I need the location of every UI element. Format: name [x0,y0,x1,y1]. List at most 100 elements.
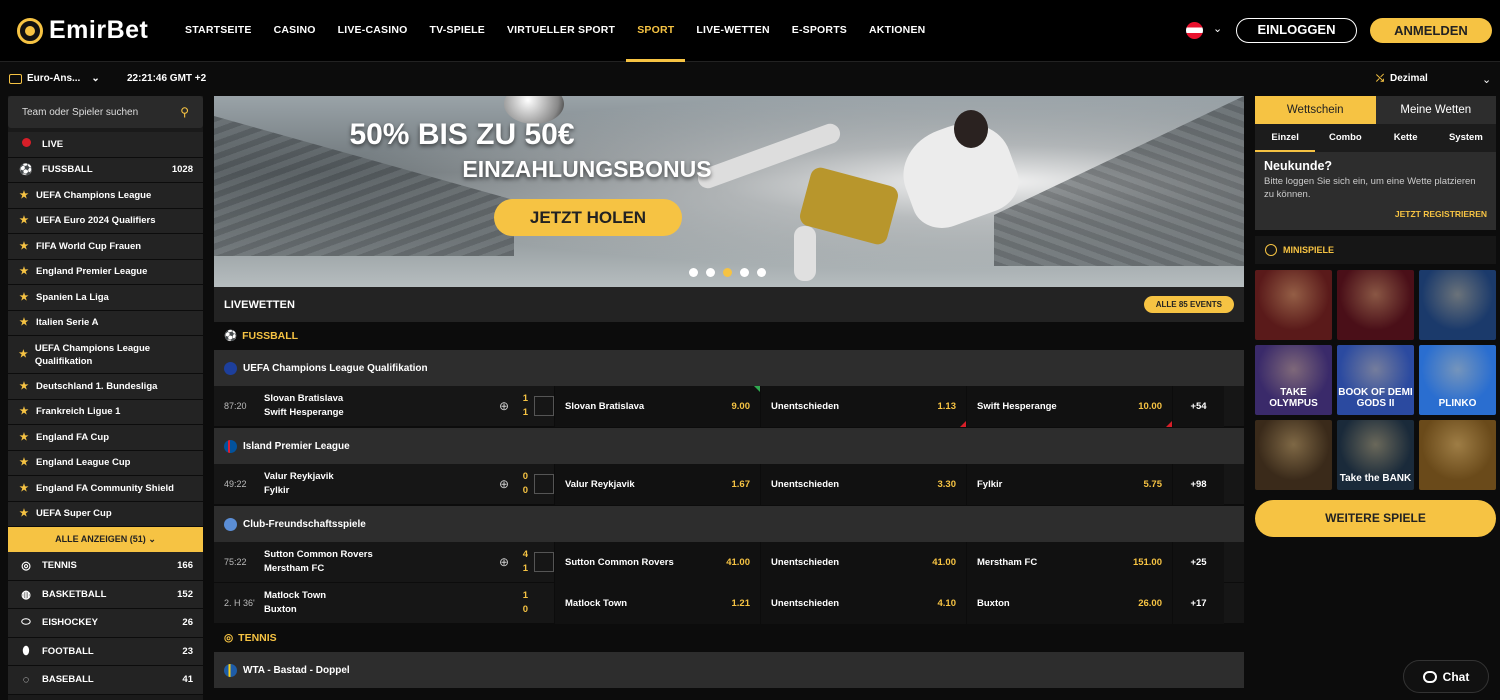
odds-button[interactable]: Matlock Town 1.21 [554,582,760,624]
more-markets-button[interactable]: +54 [1172,385,1224,427]
nav-item-live-casino[interactable]: LIVE-CASINO [327,0,419,62]
odds-button[interactable]: Merstham FC 151.00 [966,541,1172,583]
game-tile[interactable] [1255,420,1332,490]
banner-cta-button[interactable]: JETZT HOLEN [494,199,682,236]
chat-button[interactable]: Chat [1403,660,1489,693]
sidebar-item-league[interactable]: ★ England FA Cup [8,425,203,451]
sidebar-item-league[interactable]: ★ UEFA Super Cup [8,501,203,527]
league-header[interactable]: WTA - Bastad - Doppel [214,651,1244,688]
sidebar-item-league[interactable]: ★ England League Cup [8,450,203,476]
sidebar-item-baseball[interactable]: ◌ BASEBALL 41 [8,666,203,695]
more-games-button[interactable]: WEITERE SPIELE [1255,500,1496,537]
league-header[interactable]: UEFA Champions League Qualifikation [214,349,1244,386]
subtab-kette[interactable]: Kette [1376,124,1436,152]
nav-item-tv-spiele[interactable]: TV-SPIELE [418,0,495,62]
match-row[interactable]: 75:22 Sutton Common Rovers Merstham FC ⊕ 4 1 S… [214,541,1244,583]
game-tile[interactable]: PLINKO [1419,345,1496,415]
sidebar-item-basketball[interactable]: ◍ BASKETBALL 152 [8,580,203,609]
odds-button[interactable]: Unentschieden 3.30 [760,463,966,505]
odds-button[interactable]: Unentschieden 4.10 [760,582,966,624]
sidebar-item-league[interactable]: ★ Deutschland 1. Bundesliga [8,374,203,400]
nav-item-casino[interactable]: CASINO [263,0,327,62]
more-markets-button[interactable]: +98 [1172,463,1224,505]
game-tile[interactable] [1419,420,1496,490]
game-tile[interactable] [1337,270,1414,340]
add-favorite-icon[interactable]: ⊕ [494,555,514,569]
register-link[interactable]: JETZT REGISTRIEREN [1395,208,1487,221]
odds-label: Matlock Town [565,597,628,609]
odds-button[interactable]: Swift Hesperange 10.00 [966,385,1172,427]
game-tile[interactable]: BOOK OF DEMI GODS II [1337,345,1414,415]
nav-item-e-sports[interactable]: E-SPORTS [781,0,858,62]
add-favorite-icon[interactable]: ⊕ [494,399,514,413]
login-button[interactable]: EINLOGGEN [1236,18,1357,43]
nav-item-startseite[interactable]: STARTSEITE [174,0,263,62]
game-tile[interactable] [1255,270,1332,340]
game-tile[interactable]: Take the BANK [1337,420,1414,490]
sidebar-item-league[interactable]: ★ England Premier League [8,259,203,285]
odds-button[interactable]: Fylkir 5.75 [966,463,1172,505]
subtab-system[interactable]: System [1436,124,1496,152]
tab-meine-wetten[interactable]: Meine Wetten [1375,96,1496,124]
odds-label: Slovan Bratislava [565,400,645,412]
sidebar-item-live[interactable]: LIVE [8,132,203,158]
league-header[interactable]: Club-Freundschaftsspiele [214,505,1244,542]
odds-format-selector[interactable]: ⤯ Dezimal [1376,73,1428,84]
sidebar-item-league[interactable]: ★ FIFA World Cup Frauen [8,234,203,260]
match-teams: Valur Reykjavik Fylkir [264,470,494,498]
tab-wettschein[interactable]: Wettschein [1255,96,1376,124]
chevron-down-icon[interactable]: ⌄ [1213,22,1222,35]
match-row[interactable]: 49:22 Valur Reykjavik Fylkir ⊕ 0 0 Valur Reykj… [214,463,1244,505]
nav-item-virtueller sport[interactable]: VIRTUELLER SPORT [496,0,626,62]
carousel-dot[interactable] [706,268,715,277]
sports-sidebar: Team oder Spieler suchen ⚲ LIVE ⚽ FUSSBA… [8,96,203,700]
odds-button[interactable]: Unentschieden 41.00 [760,541,966,583]
all-events-button[interactable]: ALLE 85 EVENTS [1143,296,1234,313]
odds-button[interactable]: Unentschieden 1.13 [760,385,966,427]
sidebar-item-league[interactable]: ★ Italien Serie A [8,310,203,336]
sidebar-item-league[interactable]: ★ UEFA Champions League Qualifikation [8,336,203,374]
match-row[interactable]: 2. H 36' Matlock Town Buxton 1 0 Matlock Town… [214,582,1244,624]
more-markets-button[interactable]: +17 [1172,582,1224,624]
show-all-button[interactable]: ALLE ANZEIGEN (51) ⌄ [8,527,203,552]
nav-item-aktionen[interactable]: AKTIONEN [858,0,936,62]
add-favorite-icon[interactable]: ⊕ [494,477,514,491]
odds-label: Fylkir [977,478,1003,490]
search-icon[interactable]: ⚲ [180,105,189,119]
subtab-einzel[interactable]: Einzel [1255,124,1316,152]
game-tile[interactable] [1419,270,1496,340]
carousel-dot[interactable] [723,268,732,277]
odds-button[interactable]: Slovan Bratislava 9.00 [554,385,760,427]
sidebar-item-tennis[interactable]: ◎ TENNIS 166 [8,552,203,581]
sidebar-item-league[interactable]: ★ UEFA Euro 2024 Qualifiers [8,208,203,234]
brand-logo[interactable]: EmirBet [17,16,148,45]
register-button[interactable]: ANMELDEN [1370,18,1492,43]
sidebar-item-eishockey[interactable]: ⬭ EISHOCKEY 26 [8,609,203,638]
game-tile[interactable]: TAKE OLYMPUS [1255,345,1332,415]
nav-item-live-wetten[interactable]: LIVE-WETTEN [685,0,780,62]
sport-section-football: ⚽ FUSSBALL [214,322,1244,349]
subtab-combo[interactable]: Combo [1315,124,1375,152]
sidebar-item-league[interactable]: ★ UEFA Champions League [8,183,203,209]
odds-button[interactable]: Sutton Common Rovers 41.00 [554,541,760,583]
odds-view-selector[interactable]: Euro-Ans... ⌄ [9,73,100,84]
odds-label: Unentschieden [771,597,840,609]
more-markets-button[interactable]: +25 [1172,541,1224,583]
search-input[interactable]: Team oder Spieler suchen ⚲ [8,96,203,128]
sidebar-item-league[interactable]: ★ England FA Community Shield [8,476,203,502]
match-row[interactable]: 87:20 Slovan Bratislava Swift Hesperange ⊕ 1… [214,385,1244,427]
chevron-down-icon[interactable]: ⌄ [1482,73,1491,86]
odds-button[interactable]: Valur Reykjavik 1.67 [554,463,760,505]
carousel-dot[interactable] [757,268,766,277]
sidebar-item-league[interactable]: ★ Frankreich Ligue 1 [8,399,203,425]
austria-flag-icon[interactable] [1186,22,1203,39]
carousel-dot[interactable] [689,268,698,277]
promo-banner[interactable]: 50% BIS ZU 50€ EINZAHLUNGSBONUS JETZT HO… [214,96,1244,287]
sidebar-item-football[interactable]: ⬮ FOOTBALL 23 [8,637,203,666]
odds-button[interactable]: Buxton 26.00 [966,582,1172,624]
sidebar-item-football[interactable]: ⚽ FUSSBALL 1028 [8,157,203,183]
sidebar-item-league[interactable]: ★ Spanien La Liga [8,285,203,311]
league-header[interactable]: Island Premier League [214,427,1244,464]
nav-item-sport[interactable]: SPORT [626,0,686,62]
carousel-dot[interactable] [740,268,749,277]
